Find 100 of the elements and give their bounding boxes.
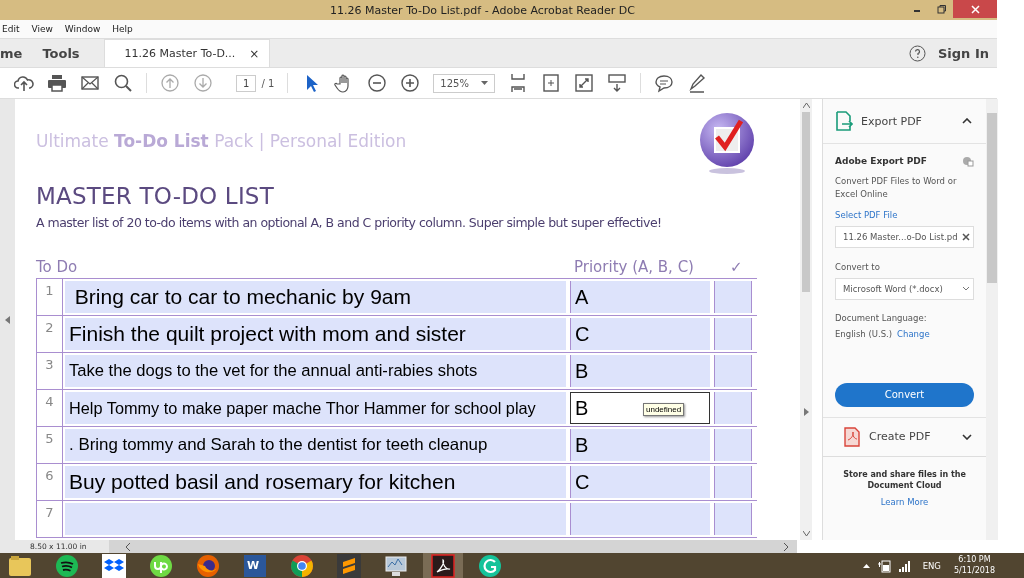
- page-number-field[interactable]: 1: [236, 74, 257, 92]
- zoom-dropdown[interactable]: 125%: [433, 73, 495, 93]
- create-pdf-icon: [843, 426, 861, 447]
- task-field[interactable]: Buy potted basil and rosemary for kitchen: [65, 466, 566, 498]
- panel-title[interactable]: Export PDF: [861, 114, 954, 128]
- change-link[interactable]: Change: [897, 328, 930, 339]
- sublime-logo-icon: [337, 553, 361, 578]
- page-icon[interactable]: [540, 73, 561, 93]
- export-pdf-icon: [835, 111, 853, 131]
- grammarly-logo-icon: [478, 553, 502, 578]
- fullscreen-icon[interactable]: [573, 73, 594, 93]
- clock-time[interactable]: 6:10 PM: [958, 555, 991, 566]
- row-number: 2: [36, 316, 63, 352]
- priority-field[interactable]: C: [570, 466, 710, 498]
- menu-item[interactable]: Help: [112, 24, 133, 34]
- priority-field[interactable]: C: [570, 318, 710, 350]
- comment-icon[interactable]: [653, 73, 674, 93]
- show-hidden-icons-icon[interactable]: [862, 563, 870, 568]
- done-field[interactable]: [714, 466, 752, 498]
- chevron-down-icon: [962, 286, 970, 291]
- scroll-down-icon[interactable]: [802, 531, 810, 536]
- priority-field[interactable]: A: [570, 281, 710, 313]
- close-icon: [970, 4, 980, 14]
- task-field[interactable]: Take the dogs to the vet for the annual anti-rabies shots: [65, 355, 566, 387]
- close-button[interactable]: [953, 0, 997, 18]
- battery-icon[interactable]: [876, 558, 891, 573]
- tab[interactable]: me: [0, 39, 29, 67]
- task-field[interactable]: Bring car to car to mechanic by 9am: [65, 281, 566, 313]
- section-title: Adobe Export PDF: [835, 156, 927, 167]
- language-value: English (U.S.): [835, 328, 893, 339]
- done-field[interactable]: [714, 392, 752, 424]
- learn-more-link[interactable]: Learn More: [823, 496, 986, 507]
- document-title: MASTER TO-DO LIST: [36, 183, 275, 209]
- taskbar-app-button[interactable]: [423, 553, 463, 578]
- document-heading: Ultimate To-Do List Pack | Personal Edition: [36, 131, 407, 151]
- menu-item[interactable]: Window: [64, 24, 101, 34]
- menu-item[interactable]: Edit: [2, 24, 20, 34]
- scroll-up-icon[interactable]: [802, 103, 810, 108]
- panel-title[interactable]: Create PDF: [869, 430, 954, 443]
- menu-item[interactable]: View: [31, 24, 53, 34]
- column-header: Priority (A, B, C): [574, 258, 695, 278]
- expand-arrow-icon[interactable]: [5, 315, 10, 324]
- page-total: / 1: [261, 77, 275, 89]
- priority-field[interactable]: B undefined: [570, 392, 710, 424]
- copy-icon[interactable]: [962, 156, 974, 167]
- scrollbar-thumb[interactable]: [802, 112, 810, 292]
- tooltip: undefined: [643, 403, 685, 416]
- help-icon[interactable]: [909, 44, 926, 62]
- keyboard-icon[interactable]: [606, 73, 627, 93]
- row-number: 5: [36, 427, 63, 463]
- input-language[interactable]: ENG: [922, 560, 941, 571]
- caret-icon: [480, 81, 488, 85]
- document-description: A master list of 20 to-do items with an optional A, B and C priority column. Super simple but super effective!: [36, 215, 663, 230]
- spotify-logo-icon: [55, 553, 79, 578]
- scroll-right-icon[interactable]: [783, 542, 789, 551]
- mail-icon[interactable]: [80, 73, 100, 93]
- priority-field[interactable]: B: [570, 429, 710, 461]
- done-field[interactable]: [714, 355, 752, 387]
- clear-icon[interactable]: [962, 232, 970, 241]
- tab-close-button[interactable]: ×: [249, 46, 260, 61]
- priority-field[interactable]: B: [570, 355, 710, 387]
- clock-date[interactable]: 5/11/2018: [953, 565, 995, 576]
- chevron-up-icon[interactable]: [962, 118, 972, 124]
- sign-in-link[interactable]: Sign In: [938, 45, 989, 61]
- done-field[interactable]: [714, 281, 752, 313]
- convert-label: Convert to: [835, 261, 881, 272]
- column-header: ✓: [730, 258, 743, 278]
- format-dropdown[interactable]: Microsoft Word (*.docx): [835, 277, 974, 300]
- collapse-arrow-icon[interactable]: [803, 407, 809, 416]
- task-field[interactable]: Help Tommy to make paper mache Thor Hammer for school play: [65, 392, 566, 424]
- search-icon[interactable]: [113, 73, 133, 93]
- taskbar-app-button[interactable]: W: [235, 553, 275, 578]
- select-file-link[interactable]: Select PDF File: [835, 209, 974, 220]
- done-field[interactable]: [714, 429, 752, 461]
- zoom-in-icon[interactable]: [400, 73, 421, 93]
- cloud-promo-text: Store and share files in the Document Cloud: [842, 468, 967, 491]
- chevron-down-icon[interactable]: [962, 433, 972, 440]
- priority-field[interactable]: [570, 503, 710, 535]
- task-field[interactable]: . Bring tommy and Sarah to the dentist for teeth cleanup: [65, 429, 566, 461]
- tab[interactable]: 11.26 Master To-D... ×: [103, 39, 271, 67]
- task-field[interactable]: Finish the quilt project with mom and sister: [65, 318, 566, 350]
- word-logo-icon: W: [244, 554, 266, 577]
- upwork-logo-icon: [149, 553, 173, 578]
- task-field[interactable]: [65, 503, 566, 535]
- signal-icon[interactable]: [897, 559, 912, 572]
- cloud-upload-icon[interactable]: [14, 73, 34, 93]
- convert-button[interactable]: Convert: [835, 382, 974, 407]
- panel-scrollbar-thumb[interactable]: [987, 113, 997, 283]
- scroll-left-icon[interactable]: [124, 542, 131, 551]
- done-field[interactable]: [714, 318, 752, 350]
- row-number: 4: [36, 390, 63, 426]
- done-field[interactable]: [714, 503, 752, 535]
- zoom-out-icon[interactable]: [367, 73, 388, 93]
- print-icon[interactable]: [47, 73, 67, 93]
- dropbox-logo-icon: [102, 553, 126, 578]
- row-number: 3: [36, 353, 63, 389]
- file-field[interactable]: 11.26 Master...o-Do List.pd: [835, 225, 974, 248]
- tab[interactable]: Tools: [42, 39, 90, 67]
- row-number: 7: [36, 501, 63, 537]
- column-header: To Do: [36, 258, 79, 278]
